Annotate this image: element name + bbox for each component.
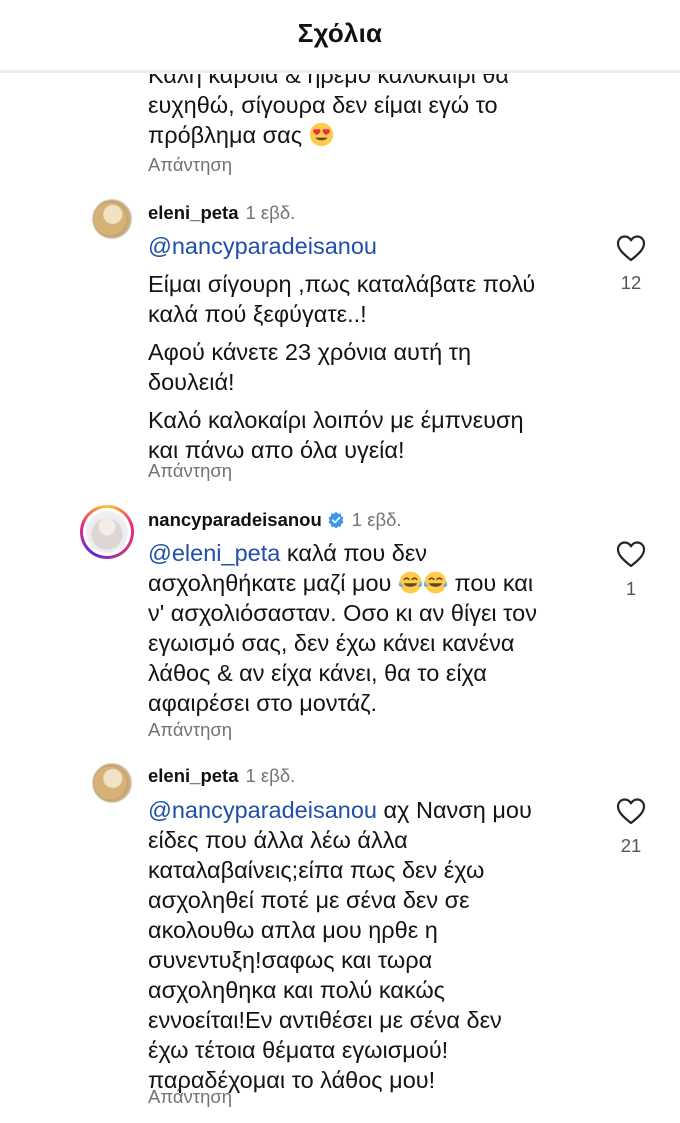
heart-outline-icon[interactable] <box>616 234 646 262</box>
mention-link[interactable]: @eleni_peta <box>148 540 280 566</box>
comment-header: nancyparadeisanou 1 εβδ. <box>148 508 402 532</box>
like-control: 1 <box>611 540 651 600</box>
comment-line: αφαιρέσει στο μοντάζ. <box>148 690 378 716</box>
previous-comment-line-3: πρόβλημα σας <box>148 122 303 148</box>
page-title: Σχόλια <box>297 18 383 48</box>
avatar <box>86 511 128 553</box>
comment-line: ασχοληθεί ποτέ με σένα δεν σε <box>148 887 470 913</box>
heart-outline-icon[interactable] <box>616 540 646 568</box>
comment-line: ασχοληθήκατε μαζί μου <box>148 570 398 596</box>
like-count: 21 <box>620 835 642 856</box>
tears-of-joy-emoji <box>423 571 448 594</box>
reply-button[interactable]: Απάντηση <box>148 154 232 176</box>
header-divider <box>0 70 680 73</box>
timestamp: 1 εβδ. <box>245 765 296 786</box>
comment-line: ακολουθω απλα μου ηρθε η <box>148 917 438 943</box>
timestamp: 1 εβδ. <box>351 509 402 530</box>
mention-link[interactable]: @nancyparadeisanou <box>148 231 535 261</box>
comment-text: @nancyparadeisanou Είμαι σίγουρη ,πως κα… <box>148 231 535 465</box>
timestamp: 1 εβδ. <box>245 202 296 223</box>
reply-button[interactable]: Απάντηση <box>148 1086 232 1108</box>
comment-line: Καλό καλοκαίρι λοιπόν με έμπνευση <box>148 407 524 433</box>
comment-header: eleni_peta 1 εβδ. <box>148 764 295 788</box>
comment-line: εννοείται!Εν αντιθέσει με σένα δεν <box>148 1007 502 1033</box>
tears-of-joy-emoji <box>398 571 423 594</box>
like-control: 21 <box>611 797 651 857</box>
reply-button[interactable]: Απάντηση <box>148 719 232 741</box>
comment-line: λάθος & αν είχα κάνει, θα το είχα <box>148 660 487 686</box>
comment-line: καλά πού ξεφύγατε..! <box>148 301 367 327</box>
previous-comment-line-2: ευχηθώ, σίγουρα δεν είμαι εγώ το <box>148 92 498 118</box>
username[interactable]: nancyparadeisanou <box>148 509 322 531</box>
reply-button[interactable]: Απάντηση <box>148 460 232 482</box>
like-count: 12 <box>620 272 642 293</box>
comment-line: έχω τέτοια θέματα εγωισμού! <box>148 1037 449 1063</box>
comment-line: ασχοληθηκα και πολύ κακώς <box>148 977 446 1003</box>
avatar[interactable] <box>92 763 132 803</box>
avatar-story-ring[interactable] <box>80 505 134 559</box>
comment-line: δουλειά! <box>148 369 235 395</box>
comment-line: καλά που δεν <box>280 540 428 566</box>
username[interactable]: eleni_peta <box>148 202 239 224</box>
like-control: 12 <box>611 234 651 294</box>
like-count: 1 <box>625 578 637 599</box>
comment-line: που και <box>447 570 534 596</box>
comment-line: καταλαβαίνεις;είπα πως δεν έχω <box>148 857 485 883</box>
mention-link[interactable]: @nancyparadeisanou <box>148 797 377 823</box>
comment-line: Αφού κάνετε 23 χρόνια αυτή τη <box>148 339 472 365</box>
heart-outline-icon[interactable] <box>616 797 646 825</box>
comment-line: Είμαι σίγουρη ,πως καταλάβατε πολύ <box>148 271 536 297</box>
avatar[interactable] <box>92 199 132 239</box>
comment-line: ν' ασχολιόσασταν. Οσο κι αν θίγει τον <box>148 600 537 626</box>
comment-header: eleni_peta 1 εβδ. <box>148 201 295 225</box>
username[interactable]: eleni_peta <box>148 765 239 787</box>
comment-line: είδες που άλλα λέω άλλα <box>148 827 408 853</box>
verified-badge-icon <box>328 511 344 529</box>
comment-line: αχ Νανση μου <box>377 797 532 823</box>
comment-text: @nancyparadeisanou αχ Νανση μου είδες πο… <box>148 795 532 1095</box>
comments-header: Σχόλια <box>0 0 680 74</box>
comment-line: εγωισμό σας, δεν έχω κάνει κανένα <box>148 630 515 656</box>
comment-text: @eleni_peta καλά που δεν ασχοληθήκατε μα… <box>148 538 537 718</box>
comment-line: συνεντυξη!σαφως και τωρα <box>148 947 433 973</box>
heart-eyes-emoji <box>309 122 333 147</box>
